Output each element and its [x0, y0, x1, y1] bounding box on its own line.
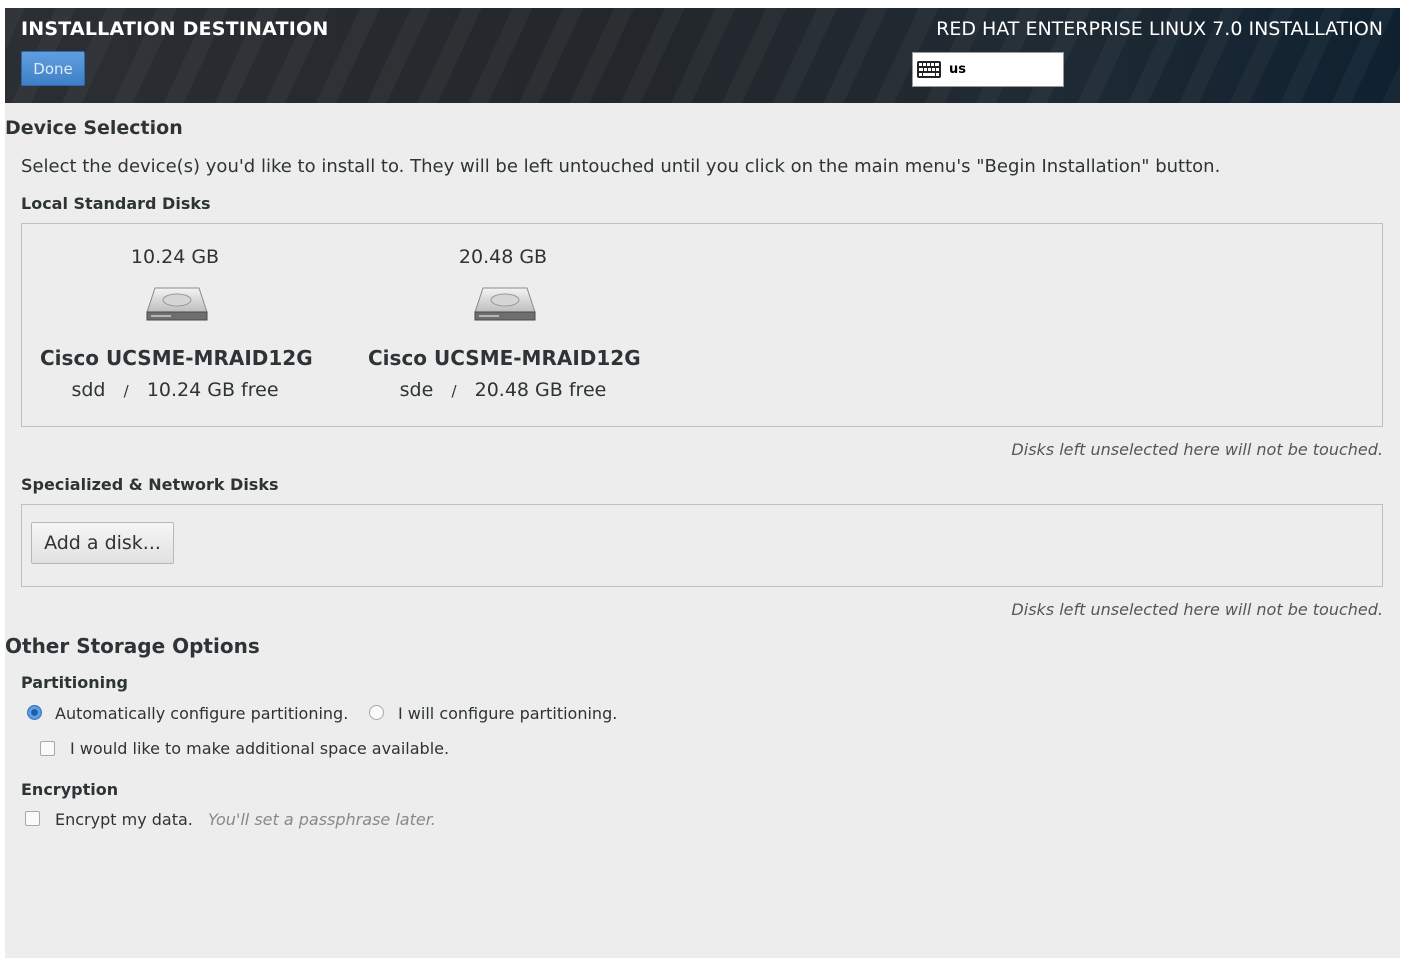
encryption-heading: Encryption — [21, 780, 119, 799]
local-disks-heading: Local Standard Disks — [21, 194, 211, 213]
encrypt-label[interactable]: Encrypt my data. — [55, 810, 193, 829]
hard-disk-icon — [146, 287, 208, 321]
other-storage-heading: Other Storage Options — [5, 634, 260, 658]
hard-disk-icon — [474, 287, 536, 321]
disk-size: 10.24 GB — [130, 246, 220, 268]
keyboard-layout-label: us — [949, 62, 966, 77]
disk-free-space: 20.48 GB free — [474, 379, 607, 401]
disk-device: sde — [399, 379, 434, 401]
disk-name: Cisco UCSME-MRAID12G — [40, 346, 313, 370]
specialized-disks-note: Disks left unselected here will not be t… — [1011, 600, 1383, 619]
extra-space-label[interactable]: I would like to make additional space av… — [70, 739, 449, 758]
add-disk-button[interactable]: Add a disk... — [31, 522, 174, 564]
encrypt-hint: You'll set a passphrase later. — [208, 810, 436, 829]
disk-size: 20.48 GB — [458, 246, 548, 268]
product-title: RED HAT ENTERPRISE LINUX 7.0 INSTALLATIO… — [936, 18, 1383, 40]
auto-partitioning-label[interactable]: Automatically configure partitioning. — [55, 704, 348, 723]
spoke-title: INSTALLATION DESTINATION — [21, 18, 329, 40]
done-button[interactable]: Done — [21, 51, 85, 86]
manual-partitioning-radio[interactable] — [369, 705, 384, 720]
device-selection-heading: Device Selection — [5, 117, 183, 139]
disk-tile[interactable]: 10.24 GB Cisco UCSME-MRAID12G sdd / 10.2… — [40, 224, 340, 414]
encrypt-checkbox[interactable] — [25, 811, 40, 826]
specialized-disks-panel: Add a disk... — [21, 504, 1383, 587]
manual-partitioning-label[interactable]: I will configure partitioning. — [398, 704, 617, 723]
disk-free-space: 10.24 GB free — [146, 379, 279, 401]
disk-separator: / — [451, 382, 457, 400]
specialized-disks-heading: Specialized & Network Disks — [21, 475, 279, 494]
disk-free-line: sdd / 10.24 GB free — [40, 379, 310, 401]
header-bar: INSTALLATION DESTINATION Done RED HAT EN… — [5, 8, 1400, 103]
disk-name: Cisco UCSME-MRAID12G — [368, 346, 641, 370]
installer-window: INSTALLATION DESTINATION Done RED HAT EN… — [5, 8, 1400, 958]
local-disks-panel: 10.24 GB Cisco UCSME-MRAID12G sdd / 10.2… — [21, 223, 1383, 427]
disk-separator: / — [123, 382, 129, 400]
extra-space-checkbox[interactable] — [40, 741, 55, 756]
keyboard-layout-indicator[interactable]: us — [912, 52, 1064, 87]
disk-tile[interactable]: 20.48 GB Cisco UCSME-MRAID12G sde / 20.4… — [368, 224, 668, 414]
disk-free-line: sde / 20.48 GB free — [368, 379, 638, 401]
keyboard-icon — [917, 61, 941, 78]
device-selection-description: Select the device(s) you'd like to insta… — [21, 156, 1221, 177]
disk-device: sdd — [71, 379, 106, 401]
auto-partitioning-radio[interactable] — [27, 705, 42, 720]
partitioning-heading: Partitioning — [21, 673, 128, 692]
local-disks-note: Disks left unselected here will not be t… — [1011, 440, 1383, 459]
